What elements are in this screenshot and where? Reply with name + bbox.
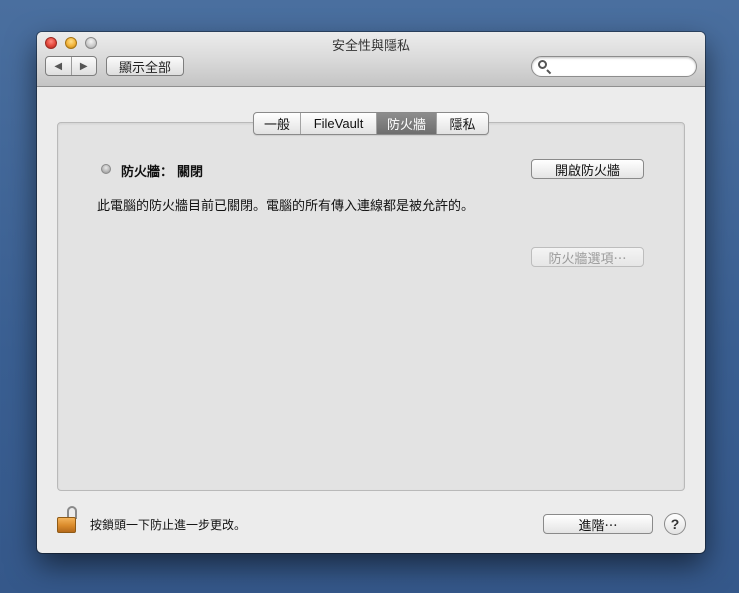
back-forward-group: ◀ ▶ [45,56,97,76]
lock-body [57,517,76,533]
lock-icon[interactable] [57,506,81,534]
advanced-button[interactable]: 進階⋯ [543,514,653,534]
back-arrow-icon: ◀ [54,60,63,72]
back-button[interactable]: ◀ [46,57,72,75]
tab-filevault[interactable]: FileVault [301,113,377,134]
firewall-status-indicator [101,164,111,174]
forward-button[interactable]: ▶ [72,57,97,75]
tab-privacy[interactable]: 隱私 [437,113,488,134]
lock-instruction-text: 按鎖頭一下防止進一步更改。 [90,518,247,532]
search-input[interactable] [552,58,694,77]
firewall-status-value: 關閉 [177,164,204,179]
firewall-description: 此電腦的防火牆目前已關閉。電腦的所有傳入連線都是被允許的。 [97,198,475,213]
turn-on-firewall-button[interactable]: 開啟防火牆 [531,159,644,179]
title-bar: 安全性與隱私 ◀ ▶ 顯示全部 [37,32,705,87]
firewall-status-label: 防火牆： [121,164,174,179]
help-button[interactable]: ? [664,513,686,535]
window-title: 安全性與隱私 [331,38,410,53]
preferences-window: 安全性與隱私 ◀ ▶ 顯示全部 一般 FileVault 防火牆 隱私 防火牆：… [37,32,705,553]
tab-firewall[interactable]: 防火牆 [377,113,437,134]
tab-bar: 一般 FileVault 防火牆 隱私 [253,112,489,135]
firewall-options-button[interactable]: 防火牆選項⋯ [531,247,644,267]
forward-arrow-icon: ▶ [79,60,88,72]
search-field[interactable] [531,56,697,77]
tab-general[interactable]: 一般 [254,113,301,134]
search-icon [538,60,547,69]
show-all-button[interactable]: 顯示全部 [106,56,184,76]
